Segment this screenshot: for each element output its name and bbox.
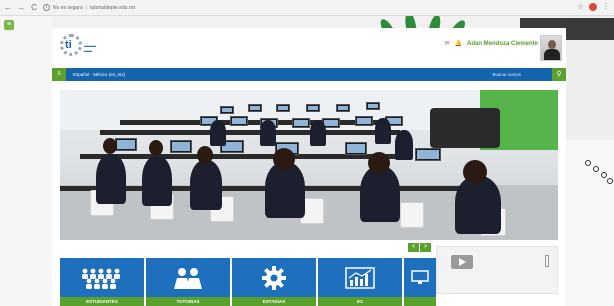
tile-label xyxy=(404,297,436,306)
desktop-background-left xyxy=(0,16,52,306)
user-area: ✉ 🔔 Adan Mendoza Clemente xyxy=(444,40,538,48)
forward-button[interactable]: → xyxy=(16,2,26,14)
message-icon[interactable]: ✉ xyxy=(444,40,449,47)
chart-icon xyxy=(318,264,402,292)
main-navbar: ≡ Español - México (es_mx) Buscar cursos… xyxy=(52,68,566,81)
bookmark-tab-icon[interactable]: ≡ xyxy=(4,20,14,30)
gear-icon xyxy=(232,264,316,292)
tile-label: EX xyxy=(318,297,402,306)
bookmark-star-icon[interactable]: ☆ xyxy=(577,2,584,11)
tile-tutorias[interactable]: TUTORIAS xyxy=(146,258,230,306)
notification-bell-icon[interactable]: 🔔 xyxy=(455,40,462,47)
slider-prev-button[interactable]: < xyxy=(408,243,419,252)
tile-ex[interactable]: EX xyxy=(318,258,402,306)
back-button[interactable]: ← xyxy=(3,2,13,14)
slider-controls: < > xyxy=(408,243,431,252)
quick-access-tiles: ESTUDIANTES TUTORIAS ESTADIAS EX xyxy=(60,258,436,306)
monitor-icon xyxy=(404,264,436,292)
tile-partial[interactable] xyxy=(404,258,436,306)
extension-icon[interactable] xyxy=(589,2,597,11)
search-icon[interactable]: ⚲ xyxy=(552,68,566,81)
menu-toggle-button[interactable]: ≡ xyxy=(52,68,66,81)
site-header: ti ▬▬▬ ▬▬ ✉ 🔔 Adan Mendoza Clemente xyxy=(52,28,566,68)
people-icon xyxy=(146,264,230,292)
logo-text-lines: ▬▬▬ ▬▬ xyxy=(84,43,96,53)
hero-image xyxy=(60,90,558,240)
logo-mark: ti xyxy=(65,39,72,51)
tile-label: TUTORIAS xyxy=(146,297,230,306)
tile-label: ESTUDIANTES xyxy=(60,297,144,306)
logo[interactable]: ti ▬▬▬ ▬▬ xyxy=(60,34,110,60)
language-selector[interactable]: Español - México (es_mx) xyxy=(73,72,125,77)
separator: | xyxy=(85,4,88,11)
address-bar[interactable]: i No es seguro | tutoriaIdepte.edu.mx xyxy=(43,2,183,13)
slider-next-button[interactable]: > xyxy=(420,243,431,252)
website: ti ▬▬▬ ▬▬ ✉ 🔔 Adan Mendoza Clemente ≡ Esp… xyxy=(52,28,566,306)
volume-icon[interactable] xyxy=(545,255,549,267)
url-text: tutoriaIdepte.edu.mx xyxy=(90,4,136,11)
security-label: No es seguro xyxy=(53,4,83,11)
tile-estudiantes[interactable]: ESTUDIANTES xyxy=(60,258,144,306)
video-player[interactable] xyxy=(436,246,558,294)
search-input[interactable]: Buscar cursos xyxy=(492,72,521,77)
tile-label: ESTADIAS xyxy=(232,297,316,306)
browser-toolbar: ← → C i No es seguro | tutoriaIdepte.edu… xyxy=(0,0,614,16)
play-icon[interactable] xyxy=(451,255,473,269)
menu-dots-icon[interactable]: ⋮ xyxy=(602,2,610,11)
tile-estadias[interactable]: ESTADIAS xyxy=(232,258,316,306)
browser-actions: ☆ ⋮ xyxy=(577,2,610,11)
avatar[interactable] xyxy=(540,35,562,61)
group-icon xyxy=(60,264,144,292)
reload-button[interactable]: C xyxy=(29,2,39,14)
info-icon[interactable]: i xyxy=(43,4,50,11)
user-name[interactable]: Adan Mendoza Clemente xyxy=(467,41,538,47)
